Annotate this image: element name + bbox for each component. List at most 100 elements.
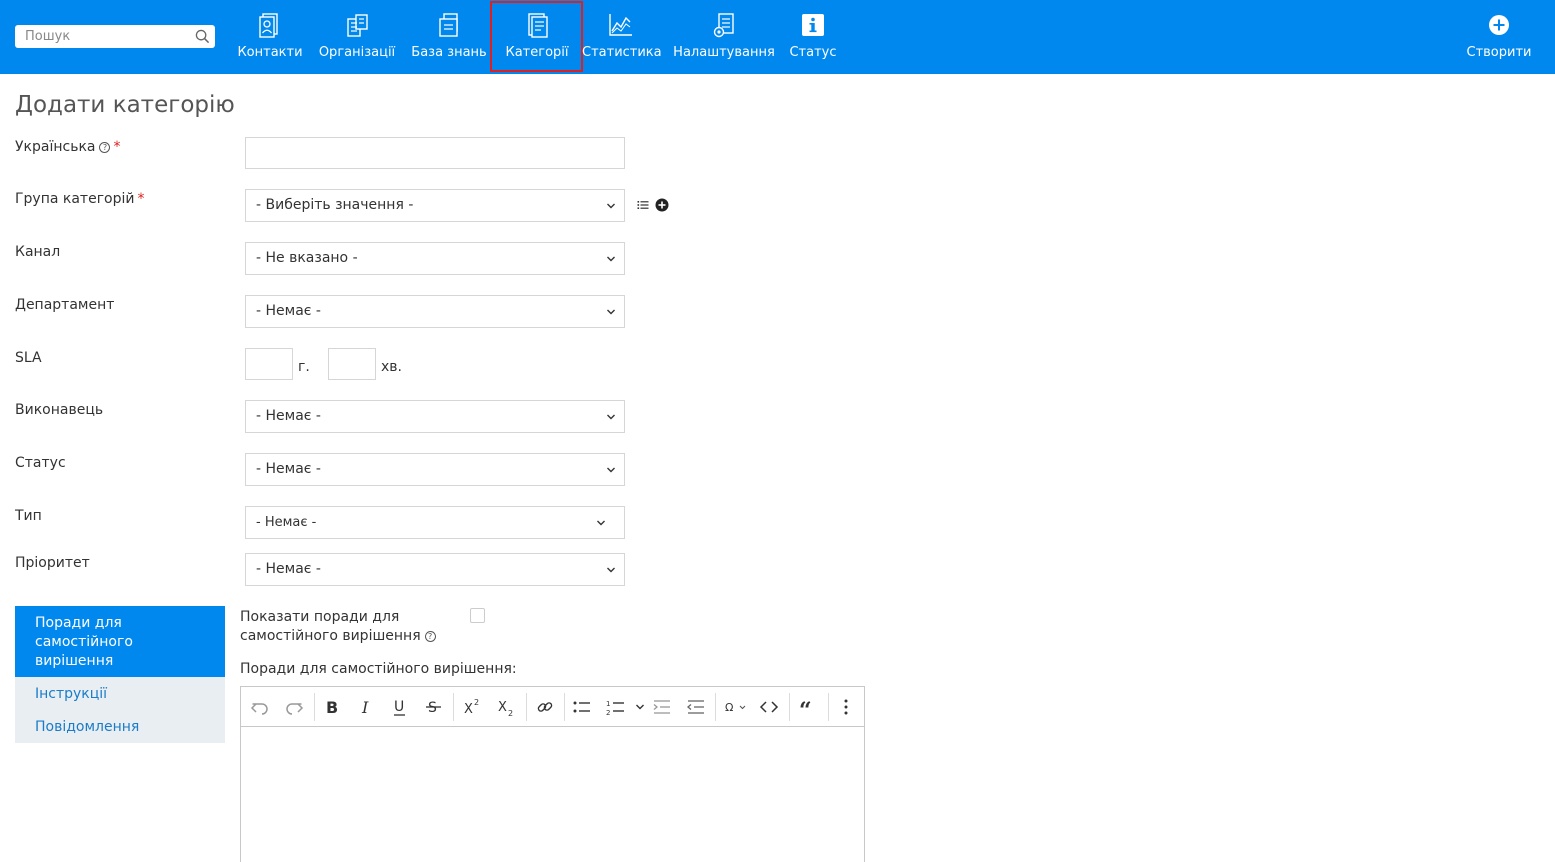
type-select[interactable]: - Немає -	[245, 506, 625, 539]
underline-icon[interactable]: U	[389, 696, 411, 718]
nav-settings-label: Налаштування	[673, 45, 775, 60]
nav-statistics-label: Статистика	[582, 45, 662, 60]
editor-content-area[interactable]	[241, 728, 864, 862]
svg-text:2: 2	[508, 709, 513, 718]
active-nav-highlight	[490, 1, 583, 72]
channel-select[interactable]: - Не вказано -	[245, 242, 625, 275]
toolbar-separator	[828, 693, 829, 721]
chevron-down-icon	[607, 309, 615, 315]
more-options-icon[interactable]	[835, 696, 857, 718]
source-code-icon[interactable]	[758, 696, 780, 718]
strikethrough-icon[interactable]: S	[423, 696, 445, 718]
outdent-icon[interactable]	[685, 696, 707, 718]
nav-contacts-label: Контакти	[237, 45, 303, 60]
sla-minutes-input[interactable]	[328, 348, 376, 380]
rich-text-editor: B I U S X2 X2 12 Ω “	[240, 686, 865, 862]
subscript-icon[interactable]: X2	[495, 696, 517, 718]
editor-toolbar: B I U S X2 X2 12 Ω “	[241, 687, 864, 727]
nav-settings[interactable]: Налаштування	[672, 0, 776, 74]
show-tips-label: Показати поради для самостійного вирішен…	[240, 608, 436, 646]
assignee-select[interactable]: - Немає -	[245, 400, 625, 433]
status-label: Статус	[15, 455, 66, 471]
nav-organizations[interactable]: Організації	[316, 0, 398, 74]
organizations-icon	[347, 14, 368, 37]
add-circle-icon[interactable]	[655, 198, 669, 212]
svg-text:X: X	[464, 702, 473, 717]
chevron-down-icon	[607, 467, 615, 473]
help-icon[interactable]: ?	[424, 631, 436, 642]
toolbar-separator	[453, 693, 454, 721]
numbered-list-icon[interactable]: 12	[605, 696, 627, 718]
nav-status[interactable]: Статус	[788, 0, 838, 74]
bulleted-list-icon[interactable]	[571, 696, 593, 718]
bold-icon[interactable]: B	[321, 696, 343, 718]
toolbar-separator	[526, 693, 527, 721]
svg-text:Ω: Ω	[725, 701, 733, 714]
chevron-down-icon	[607, 203, 615, 209]
indent-icon[interactable]	[651, 696, 673, 718]
svg-text:1: 1	[606, 700, 610, 708]
status-select[interactable]: - Немає -	[245, 453, 625, 486]
chevron-down-icon	[597, 520, 605, 526]
department-label: Департамент	[15, 297, 115, 313]
show-tips-checkbox[interactable]	[470, 608, 485, 623]
redo-icon[interactable]	[283, 696, 305, 718]
create-button[interactable]: Створити	[1462, 0, 1536, 74]
tab-self-help-tips[interactable]: Поради для самостійного вирішення	[15, 606, 225, 677]
settings-icon	[713, 13, 734, 38]
tab-messages[interactable]: Повідомлення	[35, 719, 139, 735]
nav-knowledge-base[interactable]: База знань	[409, 0, 489, 74]
svg-text:B: B	[326, 698, 338, 717]
page-title: Додати категорію	[15, 92, 235, 118]
top-navigation-bar: Контакти Організації База знань	[0, 0, 1555, 74]
tab-instructions[interactable]: Інструкції	[35, 686, 107, 702]
ukrainian-name-input[interactable]	[245, 137, 625, 169]
svg-text:U: U	[394, 699, 404, 715]
statistics-icon	[608, 14, 632, 36]
nav-statistics[interactable]: Статистика	[582, 0, 662, 74]
assignee-label: Виконавець	[15, 402, 104, 418]
svg-text:S: S	[428, 700, 437, 716]
blockquote-icon[interactable]: “	[797, 696, 819, 718]
list-icon[interactable]	[637, 199, 649, 211]
knowledge-base-icon	[439, 13, 458, 37]
nav-contacts[interactable]: Контакти	[236, 0, 304, 74]
category-group-select[interactable]: - Виберіть значення -	[245, 189, 625, 222]
sla-minutes-unit: хв.	[381, 359, 402, 375]
toolbar-separator	[314, 693, 315, 721]
chevron-down-icon[interactable]	[635, 703, 645, 711]
special-characters-icon[interactable]: Ω	[723, 696, 753, 718]
toolbar-separator	[564, 693, 565, 721]
department-select[interactable]: - Немає -	[245, 295, 625, 328]
contacts-icon	[259, 13, 278, 38]
search-box[interactable]	[15, 25, 215, 48]
svg-text:X: X	[498, 700, 507, 715]
toolbar-separator	[789, 693, 790, 721]
nav-status-label: Статус	[789, 45, 837, 60]
chevron-down-icon	[607, 567, 615, 573]
superscript-icon[interactable]: X2	[461, 696, 483, 718]
sla-label: SLA	[15, 350, 42, 366]
ukrainian-label: Українська? *	[15, 139, 121, 155]
undo-icon[interactable]	[249, 696, 271, 718]
required-mark: *	[137, 191, 145, 207]
priority-label: Пріоритет	[15, 555, 90, 571]
help-icon[interactable]: ?	[99, 142, 111, 153]
italic-icon[interactable]: I	[355, 696, 377, 718]
plus-circle-icon	[1489, 15, 1509, 35]
category-group-label: Група категорій *	[15, 191, 145, 207]
sla-hours-input[interactable]	[245, 348, 293, 380]
search-input[interactable]	[15, 25, 190, 48]
search-icon[interactable]	[195, 29, 210, 44]
svg-text:I: I	[361, 698, 369, 717]
link-icon[interactable]	[534, 696, 556, 718]
create-label: Створити	[1466, 45, 1532, 60]
nav-knowledge-base-label: База знань	[411, 45, 487, 60]
tips-editor-label: Поради для самостійного вирішення:	[240, 661, 517, 677]
toolbar-separator	[715, 693, 716, 721]
svg-text:2: 2	[606, 709, 610, 717]
svg-text:2: 2	[474, 698, 479, 707]
chevron-down-icon	[607, 256, 615, 262]
required-mark: *	[113, 139, 121, 155]
priority-select[interactable]: - Немає -	[245, 553, 625, 586]
